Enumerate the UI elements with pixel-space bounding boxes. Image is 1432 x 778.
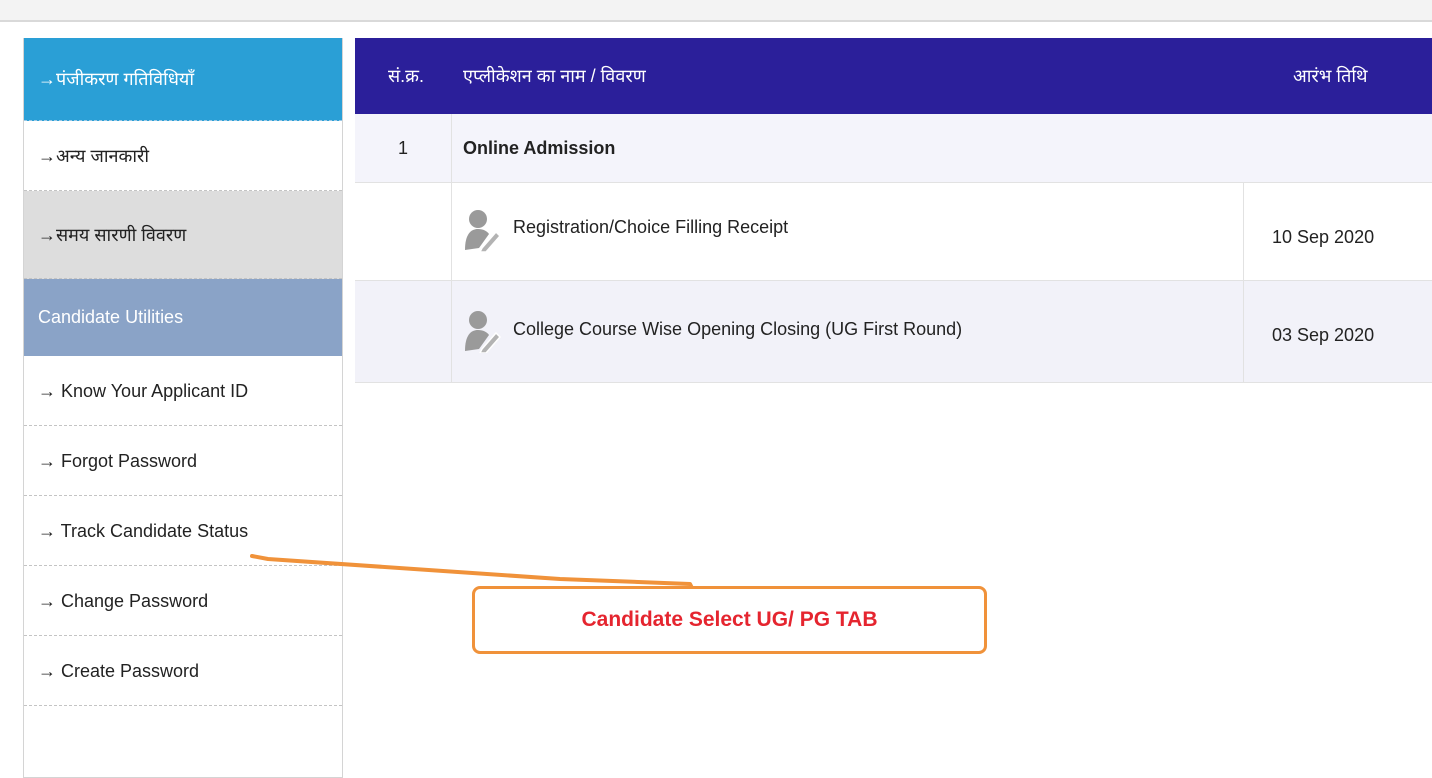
callout-connector-line <box>250 554 694 590</box>
callout-annotation: Candidate Select UG/ PG TAB <box>472 586 987 654</box>
callout-text: Candidate Select UG/ PG TAB <box>581 608 878 631</box>
